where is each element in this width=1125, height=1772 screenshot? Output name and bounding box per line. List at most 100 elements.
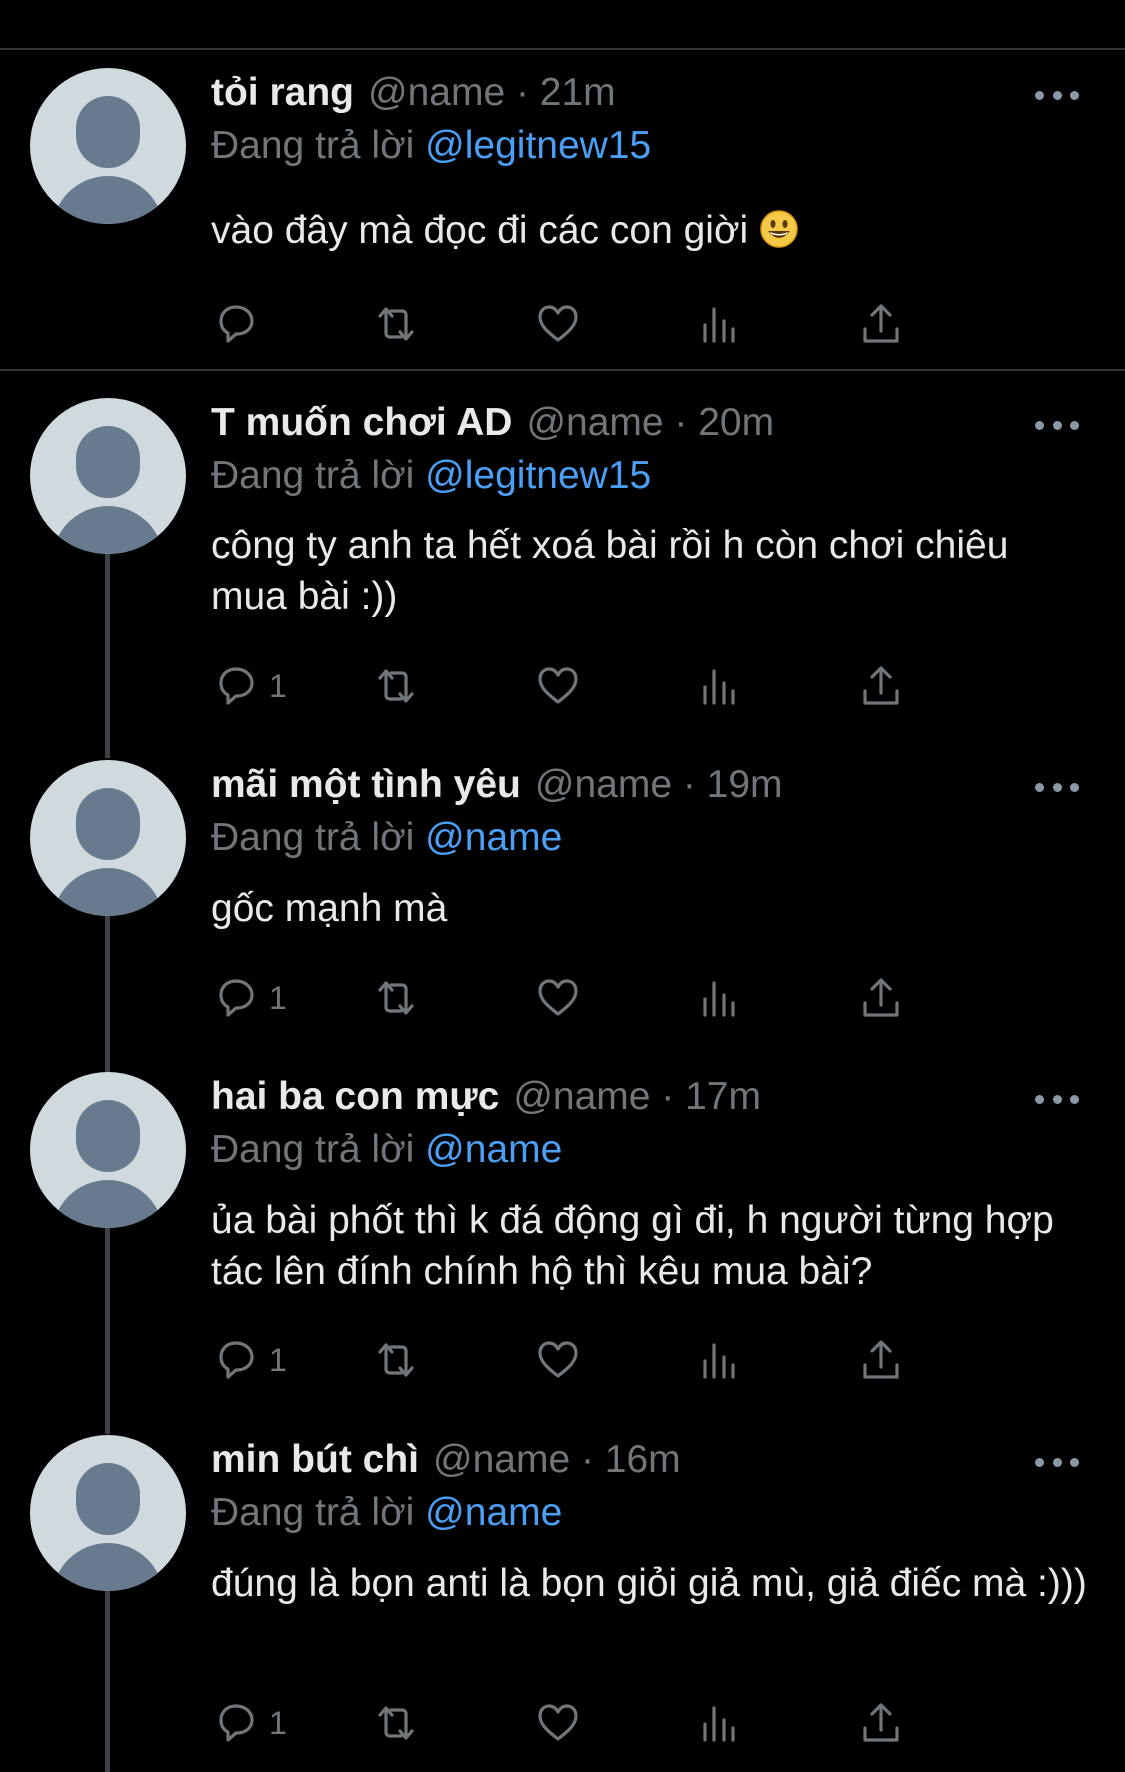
analytics-icon: [703, 981, 735, 1017]
tweet-text: công ty anh ta hết xoá bài rồi h còn chơ…: [211, 524, 1009, 618]
handle-time: @name · 16m: [433, 1438, 681, 1481]
reply-prefix: Đang trả lời: [211, 1491, 415, 1534]
like-button[interactable]: [533, 973, 583, 1023]
mention-link[interactable]: @legitnew15: [425, 124, 651, 167]
grinning-face-emoji: [760, 210, 798, 248]
thread-line: [105, 1591, 110, 1772]
views-button[interactable]: [695, 1335, 745, 1385]
reply-button[interactable]: 1: [211, 661, 287, 711]
tweet-text-block: vào đây mà đọc đi các con giời: [211, 205, 1091, 256]
tweet-text: ủa bài phốt thì k đá động gì đi, h người…: [211, 1199, 1054, 1293]
mention-link[interactable]: @name: [425, 1491, 562, 1534]
avatar[interactable]: [30, 1072, 186, 1228]
retweet-button[interactable]: [371, 1335, 421, 1385]
share-button[interactable]: [856, 299, 906, 349]
like-button[interactable]: [533, 299, 583, 349]
tweet-header: tỏi rang @name · 21m: [211, 68, 616, 118]
mention-link[interactable]: @legitnew15: [425, 454, 651, 497]
reply-prefix: Đang trả lời: [211, 1128, 415, 1171]
reply-icon: [219, 1341, 254, 1379]
display-name[interactable]: T muốn chơi AD: [211, 401, 512, 445]
views-button[interactable]: [695, 661, 745, 711]
top-separator: [0, 48, 1125, 50]
more-icon[interactable]: [1035, 1089, 1079, 1109]
reply-icon: [219, 979, 254, 1017]
retweet-button[interactable]: [371, 1698, 421, 1748]
share-icon: [863, 1703, 899, 1742]
handle-time: @name · 21m: [368, 71, 616, 114]
avatar[interactable]: [30, 68, 186, 224]
retweet-icon: [378, 307, 414, 341]
share-button[interactable]: [856, 973, 906, 1023]
share-button[interactable]: [856, 661, 906, 711]
more-icon[interactable]: [1035, 777, 1079, 797]
reply-button[interactable]: [211, 299, 261, 349]
reply-icon: [219, 667, 254, 705]
thread-line: [105, 916, 110, 1074]
share-icon: [863, 1340, 899, 1379]
tweet-actions: 1: [211, 661, 1011, 711]
retweet-button[interactable]: [371, 661, 421, 711]
views-button[interactable]: [695, 299, 745, 349]
share-icon: [863, 304, 899, 343]
views-button[interactable]: [695, 1698, 745, 1748]
replying-to: Đang trả lời @name: [211, 1491, 562, 1535]
share-icon: [863, 978, 899, 1017]
reply-count: 1: [269, 1341, 287, 1378]
share-button[interactable]: [856, 1698, 906, 1748]
mention-link[interactable]: @name: [425, 816, 562, 859]
reply-icon: [219, 305, 254, 343]
reply-prefix: Đang trả lời: [211, 124, 415, 167]
heart-icon: [538, 667, 578, 704]
display-name[interactable]: hai ba con mực: [211, 1075, 499, 1119]
like-button[interactable]: [533, 1335, 583, 1385]
more-icon[interactable]: [1035, 85, 1079, 105]
tweet-header: hai ba con mực @name · 17m: [211, 1072, 761, 1122]
like-button[interactable]: [533, 1698, 583, 1748]
tweet-actions: [211, 299, 1011, 349]
reply-count: 1: [269, 1704, 287, 1741]
avatar[interactable]: [30, 1435, 186, 1591]
tweet-header: mãi một tình yêu @name · 19m: [211, 760, 783, 810]
tweet-header: T muốn chơi AD @name · 20m: [211, 398, 774, 448]
share-button[interactable]: [856, 1335, 906, 1385]
tweet-actions: 1: [211, 1698, 1011, 1748]
avatar[interactable]: [30, 760, 186, 916]
more-icon[interactable]: [1035, 1452, 1079, 1472]
analytics-icon: [703, 307, 735, 343]
retweet-icon: [378, 1343, 414, 1377]
display-name[interactable]: mãi một tình yêu: [211, 763, 521, 807]
analytics-icon: [703, 1706, 735, 1742]
analytics-icon: [703, 1343, 735, 1379]
views-button[interactable]: [695, 973, 745, 1023]
retweet-button[interactable]: [371, 973, 421, 1023]
retweet-icon: [378, 981, 414, 1015]
tweet-separator: [0, 369, 1125, 371]
retweet-icon: [378, 1706, 414, 1740]
retweet-button[interactable]: [371, 299, 421, 349]
heart-icon: [538, 1341, 578, 1378]
avatar[interactable]: [30, 398, 186, 554]
display-name[interactable]: tỏi rang: [211, 71, 354, 115]
reply-button[interactable]: 1: [211, 1335, 287, 1385]
thread-line: [105, 1228, 110, 1434]
more-icon[interactable]: [1035, 415, 1079, 435]
handle-time: @name · 19m: [534, 763, 783, 806]
replying-to: Đang trả lời @name: [211, 1128, 562, 1172]
reply-button[interactable]: 1: [211, 973, 287, 1023]
replying-to: Đang trả lời @name: [211, 816, 562, 860]
reply-button[interactable]: 1: [211, 1698, 287, 1748]
heart-icon: [538, 979, 578, 1016]
analytics-icon: [703, 669, 735, 705]
replying-to: Đang trả lời @legitnew15: [211, 124, 651, 168]
tweet-text: gốc mạnh mà: [211, 887, 448, 930]
mention-link[interactable]: @name: [425, 1128, 562, 1171]
retweet-icon: [378, 669, 414, 703]
tweet-text: vào đây mà đọc đi các con giời: [211, 209, 749, 252]
display-name[interactable]: min bút chì: [211, 1438, 419, 1482]
handle-time: @name · 20m: [526, 401, 775, 444]
reply-icon: [219, 1704, 254, 1742]
like-button[interactable]: [533, 661, 583, 711]
replying-to: Đang trả lời @legitnew15: [211, 454, 651, 498]
heart-icon: [538, 1704, 578, 1741]
